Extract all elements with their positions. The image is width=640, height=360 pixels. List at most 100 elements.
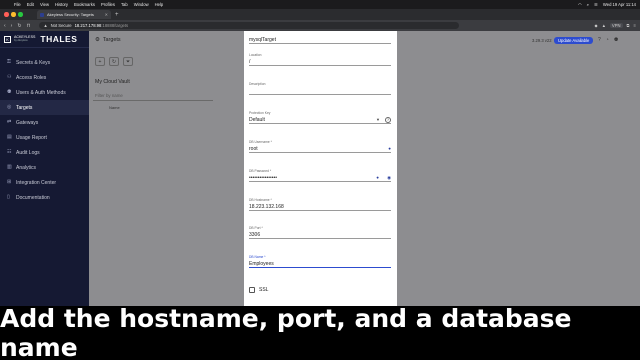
chevron-down-icon: ▼ <box>376 117 380 122</box>
address-bar: ‹ › ↻ ⊓ ▲ Not Secure 18.217.178.98 :1888… <box>0 20 640 31</box>
favicon-icon <box>40 12 44 17</box>
video-caption: Add the hostname, port, and a database n… <box>0 304 640 360</box>
description-field: Description <box>249 82 391 95</box>
menu-help[interactable]: Help <box>155 2 164 7</box>
browser-tabstrip: Akeyless Security: Targets ✕ + <box>0 9 640 20</box>
users-icon: ⚉ <box>7 89 12 95</box>
filter-input[interactable]: Filter by name <box>93 93 213 101</box>
menu-profiles[interactable]: Profiles <box>101 2 115 7</box>
sidebar-item-usage-report[interactable]: ▤ Usage Report <box>0 130 89 145</box>
db-password-field: DB Password * •••••••••••••••• ● ◉ <box>249 169 391 182</box>
menubar-datetime[interactable]: Wed 19 Apr 11:14 <box>603 2 636 7</box>
menu-icon[interactable]: ≡ <box>634 23 636 28</box>
url-host: 18.217.178.98 <box>74 23 102 28</box>
toolbar: + ↻ ⏷ <box>95 57 133 66</box>
brand-logo[interactable]: K ACKEYLESS by Akeyless THALES <box>0 31 89 48</box>
eye-icon[interactable]: ◉ <box>387 175 391 181</box>
menu-tab[interactable]: Tab <box>121 2 128 7</box>
filter-button[interactable]: ⏷ <box>123 57 133 66</box>
ssl-label: SSL <box>259 287 269 293</box>
sidebar-item-documentation[interactable]: ▯ Documentation <box>0 190 89 205</box>
analytics-icon: ▥ <box>7 164 12 170</box>
brand-thales: THALES <box>40 34 78 44</box>
sidebar-item-users-auth[interactable]: ⚉ Users & Auth Methods <box>0 85 89 100</box>
account-icon[interactable]: ⚉ <box>614 37 618 43</box>
sidebar-item-integration-center[interactable]: ⊞ Integration Center <box>0 175 89 190</box>
protection-key-select[interactable]: Default ▼ ? <box>249 116 391 124</box>
refresh-button[interactable]: ↻ <box>109 57 119 66</box>
screen: Brave File Edit View History Bookmarks P… <box>0 0 640 360</box>
help-icon[interactable]: ? <box>385 116 391 123</box>
create-target-panel: mysqlTarget Location / Description Prote… <box>244 31 397 306</box>
protection-key-field: Protection Key Default ▼ ? <box>249 111 391 124</box>
tab-title: Akeyless Security: Targets <box>47 12 94 17</box>
new-tab-icon[interactable]: + <box>115 12 119 18</box>
minimize-window-icon[interactable] <box>11 12 16 17</box>
description-input[interactable] <box>249 87 391 95</box>
vpn-button[interactable]: VPN <box>609 23 623 28</box>
sidebar-item-analytics[interactable]: ▥ Analytics <box>0 160 89 175</box>
logs-icon: ☷ <box>7 149 12 155</box>
search-icon[interactable]: ⌕ <box>587 2 589 7</box>
wifi-icon[interactable]: ◠ <box>578 2 582 7</box>
reload-icon[interactable]: ↻ <box>17 23 21 29</box>
column-header-name[interactable]: Name <box>93 105 233 113</box>
db-hostname-input[interactable]: 18.223.132.168 <box>249 203 391 211</box>
db-username-input[interactable]: root ● <box>249 145 391 153</box>
location-input[interactable]: / <box>249 58 391 66</box>
brave-shields-icon[interactable]: ◆ <box>595 23 598 28</box>
sidebar-nav: ⚿ Secrets & Keys ⚇ Access Roles ⚉ Users & A… <box>0 48 89 205</box>
version-label: 3.29.3 v22 <box>532 38 552 43</box>
db-name-input[interactable]: Employees <box>249 260 391 268</box>
page-title: ⚙ Targets <box>95 37 121 43</box>
browser-tab[interactable]: Akeyless Security: Targets ✕ <box>37 10 111 19</box>
update-available-button[interactable]: Update Available <box>554 37 594 44</box>
name-field: mysqlTarget <box>249 36 391 44</box>
name-input[interactable]: mysqlTarget <box>249 36 391 44</box>
db-port-field: DB Port * 3306 <box>249 226 391 239</box>
close-tab-icon[interactable]: ✕ <box>105 12 108 17</box>
menu-file[interactable]: File <box>14 2 21 7</box>
warning-icon: ▲ <box>43 23 48 28</box>
maximize-window-icon[interactable] <box>18 12 23 17</box>
password-manager-icon[interactable]: ● <box>376 175 379 180</box>
menu-history[interactable]: History <box>55 2 68 7</box>
db-username-field: DB Username * root ● <box>249 140 391 153</box>
menu-view[interactable]: View <box>40 2 49 7</box>
sidebar-item-secrets-keys[interactable]: ⚿ Secrets & Keys <box>0 55 89 70</box>
db-name-field: DB Name * Employees <box>249 255 391 268</box>
notifications-icon[interactable]: ◔ <box>606 37 609 43</box>
url-input[interactable]: ▲ Not Secure 18.217.178.98 :18888/target… <box>39 22 460 29</box>
menu-bookmarks[interactable]: Bookmarks <box>74 2 95 7</box>
sidebar-item-access-roles[interactable]: ⚇ Access Roles <box>0 70 89 85</box>
not-secure-label[interactable]: Not Secure <box>51 23 72 28</box>
integration-icon: ⊞ <box>7 179 12 185</box>
bookmark-icon[interactable]: ⊓ <box>27 23 31 29</box>
back-icon[interactable]: ‹ <box>4 23 6 29</box>
gear-icon: ⚙ <box>95 37 100 43</box>
control-center-icon[interactable]: ☰ <box>594 2 598 7</box>
db-hostname-field: DB Hostname * 18.223.132.168 <box>249 198 391 211</box>
db-password-input[interactable]: •••••••••••••••• ● ◉ <box>249 174 391 182</box>
menu-window[interactable]: Window <box>134 2 149 7</box>
menu-edit[interactable]: Edit <box>27 2 34 7</box>
sidebar-item-audit-logs[interactable]: ☷ Audit Logs <box>0 145 89 160</box>
sidebar-item-gateways[interactable]: ⇄ Gateways <box>0 115 89 130</box>
sidebar: K ACKEYLESS by Akeyless THALES ⚿ Secrets … <box>0 31 89 306</box>
password-manager-icon[interactable]: ● <box>388 146 391 151</box>
close-window-icon[interactable] <box>4 12 9 17</box>
location-field: Location / <box>249 53 391 66</box>
db-port-input[interactable]: 3306 <box>249 231 391 239</box>
add-target-button[interactable]: + <box>95 57 105 66</box>
forward-icon[interactable]: › <box>11 23 13 29</box>
sidebar-item-targets[interactable]: ◎ Targets <box>0 100 89 115</box>
extensions-icon[interactable]: ⧉ <box>627 23 630 28</box>
roles-icon: ⚇ <box>7 74 12 80</box>
key-icon: ⚿ <box>7 59 11 65</box>
help-icon[interactable]: ? <box>598 37 601 43</box>
ssl-checkbox[interactable] <box>249 287 255 293</box>
rewards-icon[interactable]: ▲ <box>602 23 606 28</box>
brand-akeyless: ACKEYLESS by Akeyless <box>14 35 36 42</box>
ssl-checkbox-row[interactable]: SSL <box>249 287 268 293</box>
url-path: :18888/targets <box>101 23 129 28</box>
